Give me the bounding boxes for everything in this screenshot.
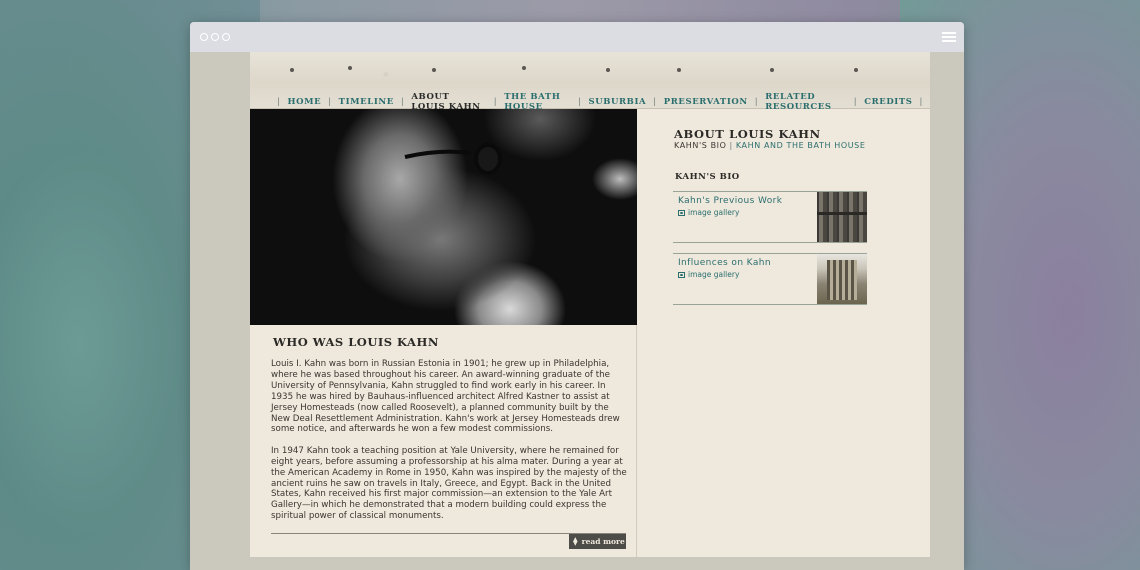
bio-column: WHO WAS LOUIS KAHN Louis I. Kahn was bor… — [250, 109, 637, 557]
gallery-card-previous-work[interactable]: Kahn's Previous Work image gallery — [673, 191, 867, 243]
nav-preservation[interactable]: PRESERVATION — [664, 97, 748, 107]
concrete-bolt-icon — [290, 68, 294, 72]
page-content: WHO WAS LOUIS KAHN Louis I. Kahn was bor… — [250, 109, 930, 557]
camera-icon — [678, 209, 685, 216]
previous-work-thumbnail[interactable] — [817, 192, 867, 242]
subnav-link-bath-house[interactable]: KAHN AND THE BATH HOUSE — [736, 141, 866, 150]
read-more-button[interactable]: ▲ ▼ read more — [569, 534, 626, 549]
bio-paragraph: Louis I. Kahn was born in Russian Estoni… — [271, 359, 620, 435]
bio-text: Louis I. Kahn was born in Russian Estoni… — [271, 359, 629, 533]
concrete-bolt-icon — [348, 66, 352, 70]
close-dot-icon[interactable] — [200, 33, 208, 41]
concrete-bolt-icon — [854, 68, 858, 72]
browser-titlebar — [190, 22, 964, 52]
gallery-card-influences[interactable]: Influences on Kahn image gallery — [673, 253, 867, 305]
window-controls — [200, 33, 230, 41]
image-gallery-link[interactable]: image gallery — [678, 208, 739, 217]
image-gallery-label: image gallery — [688, 208, 740, 217]
maximize-dot-icon[interactable] — [222, 33, 230, 41]
browser-window: | HOME | TIMELINE | ABOUT LOUIS KAHN | T… — [190, 22, 964, 570]
concrete-bolt-icon — [606, 68, 610, 72]
camera-icon — [678, 271, 685, 278]
read-more-label: read more — [581, 537, 625, 546]
louis-kahn-portrait-photo — [250, 109, 637, 325]
website: | HOME | TIMELINE | ABOUT LOUIS KAHN | T… — [250, 52, 930, 557]
sidebar: ABOUT LOUIS KAHN KAHN'S BIO | KAHN AND THE… — [637, 109, 930, 557]
sub-navigation: KAHN'S BIO | KAHN AND THE BATH HOUSE — [674, 141, 866, 150]
page-title: ABOUT LOUIS KAHN — [674, 127, 821, 141]
card-title[interactable]: Influences on Kahn — [678, 258, 771, 268]
eyeglasses-icon — [404, 143, 502, 175]
section-heading: WHO WAS LOUIS KAHN — [273, 335, 439, 349]
minimize-dot-icon[interactable] — [211, 33, 219, 41]
bio-paragraph: In 1947 Kahn took a teaching position at… — [271, 445, 627, 522]
site-header: | HOME | TIMELINE | ABOUT LOUIS KAHN | T… — [250, 52, 930, 112]
concrete-bolt-icon — [432, 68, 436, 72]
hamburger-menu-icon[interactable] — [942, 32, 956, 43]
image-gallery-label: image gallery — [688, 270, 740, 279]
expand-arrows-icon: ▲ ▼ — [573, 535, 578, 547]
card-title[interactable]: Kahn's Previous Work — [678, 196, 782, 206]
sidebar-section-title: KAHN'S BIO — [675, 172, 740, 182]
influences-thumbnail[interactable] — [817, 254, 867, 304]
nav-suburbia[interactable]: SUBURBIA — [588, 97, 646, 107]
nav-credits[interactable]: CREDITS — [864, 97, 912, 107]
subnav-current: KAHN'S BIO — [674, 141, 727, 150]
concrete-bolt-icon — [770, 68, 774, 72]
nav-timeline[interactable]: TIMELINE — [339, 97, 394, 107]
concrete-bolt-icon — [522, 66, 526, 70]
image-gallery-link[interactable]: image gallery — [678, 270, 739, 279]
concrete-bolt-icon — [677, 68, 681, 72]
nav-home[interactable]: HOME — [287, 97, 321, 107]
